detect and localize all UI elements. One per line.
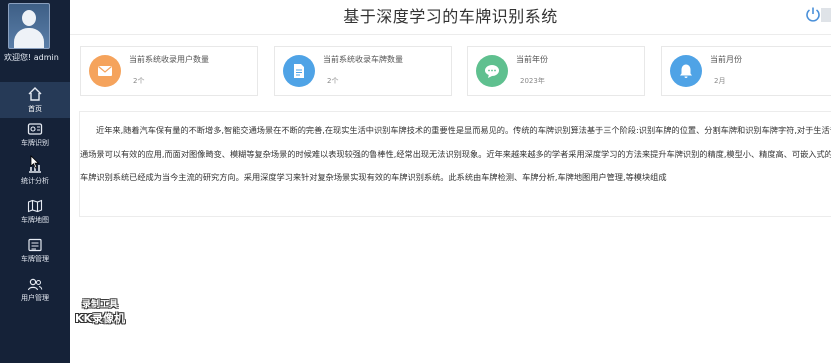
header-divider [70, 34, 831, 35]
introduction-text: 近年来,随着汽车保有量的不断增多,智能交通场景在不断的完善,在现实生活中识别车牌… [80, 125, 831, 182]
stat-card-year: 当前年份 2023年 [467, 46, 645, 96]
sidebar-item-plate-manage[interactable]: 车牌管理 [0, 234, 70, 270]
mail-icon [98, 66, 112, 76]
sidebar-item-label: 用户管理 [21, 294, 49, 302]
power-icon[interactable] [801, 5, 831, 25]
stat-card-month: 当前月份 2月 [661, 46, 831, 96]
stat-title: 当前月份 [710, 55, 742, 64]
watermark-line-1: 录制工具 [81, 300, 118, 310]
stat-value: 2023年 [520, 77, 545, 85]
sidebar-item-label: 车牌地图 [21, 216, 49, 224]
stat-value: 2个 [133, 77, 145, 85]
sidebar-item-label: 首页 [28, 105, 42, 113]
sidebar-item-plate-recognize[interactable]: 车牌识别 [0, 118, 70, 154]
user-manage-icon [27, 278, 43, 291]
stat-value: 2个 [327, 77, 339, 85]
stat-card-plates: 当前系统收录车牌数量 2个 [274, 46, 452, 96]
stat-icon-circle [283, 55, 315, 87]
plate-manage-icon [28, 238, 42, 252]
avatar[interactable] [8, 3, 50, 49]
home-icon [28, 87, 42, 101]
avatar-body [14, 28, 44, 48]
sidebar-item-label: 车牌管理 [21, 255, 49, 263]
welcome-text: 欢迎您! admin [4, 53, 59, 62]
sidebar: 欢迎您! admin 首页 车牌识别 统计分析 车牌地图 车牌管理 用户管理 [0, 0, 70, 363]
chat-icon [485, 65, 499, 78]
map-icon [27, 199, 43, 213]
sidebar-item-label: 统计分析 [21, 177, 49, 185]
system-introduction: 近年来,随着汽车保有量的不断增多,智能交通场景在不断的完善,在现实生活中识别车牌… [79, 111, 831, 217]
plate-recognize-icon [27, 123, 43, 135]
document-icon [294, 64, 304, 78]
stat-icon-circle [670, 55, 702, 87]
bell-icon [680, 64, 692, 78]
sidebar-item-label: 车牌识别 [21, 139, 49, 147]
sidebar-item-home[interactable]: 首页 [0, 82, 70, 118]
recorder-watermark: 录制工具 KK录像机 [70, 299, 130, 325]
stat-title: 当前年份 [516, 55, 548, 64]
mouse-cursor-icon [30, 155, 40, 169]
stat-title: 当前系统收录用户数量 [129, 55, 209, 64]
sidebar-item-map[interactable]: 车牌地图 [0, 195, 70, 231]
stat-icon-circle [476, 55, 508, 87]
watermark-line-2: KK录像机 [74, 312, 126, 325]
sidebar-item-user-manage[interactable]: 用户管理 [0, 273, 70, 309]
stat-icon-circle [89, 55, 121, 87]
avatar-head [22, 10, 36, 26]
stat-card-users: 当前系统收录用户数量 2个 [80, 46, 258, 96]
page-title: 基于深度学习的车牌识别系统 [343, 7, 558, 26]
stat-title: 当前系统收录车牌数量 [323, 55, 403, 64]
stat-value: 2月 [714, 77, 726, 85]
